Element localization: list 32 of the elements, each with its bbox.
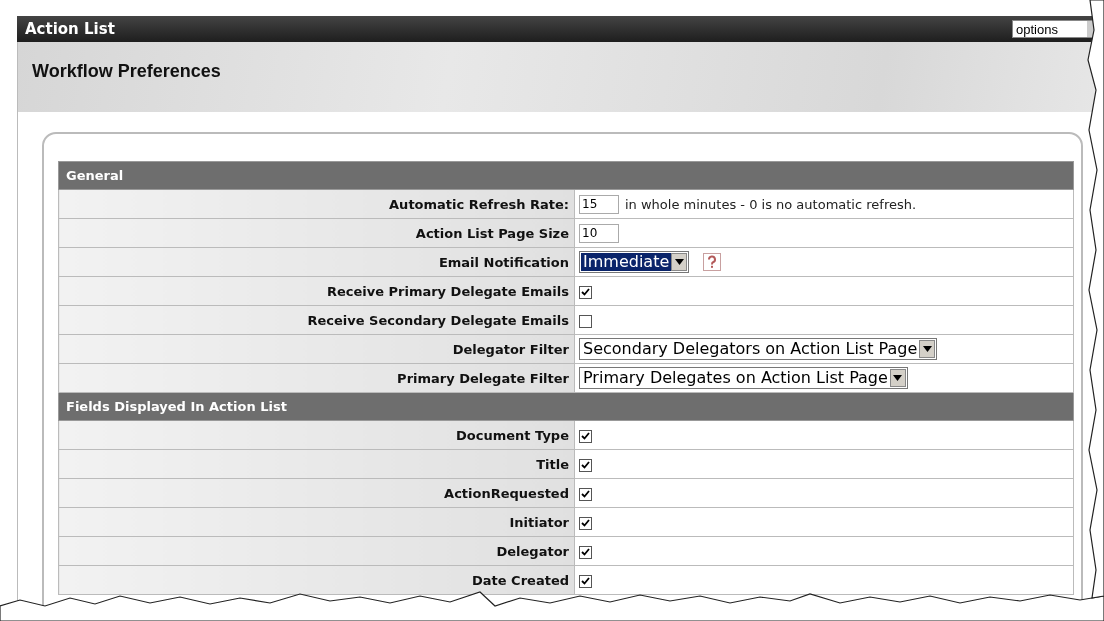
checkbox[interactable]	[579, 516, 592, 530]
page-title: Workflow Preferences	[31, 60, 222, 82]
checkbox[interactable]	[579, 574, 592, 588]
field-label: Receive Primary Delegate Emails	[58, 276, 575, 306]
dropdown[interactable]: Primary Delegates on Action List Page	[579, 367, 908, 389]
dropdown[interactable]: Immediate	[579, 251, 690, 273]
field-label: Automatic Refresh Rate:	[58, 189, 575, 219]
field-label: ActionRequested	[58, 478, 575, 508]
checkbox[interactable]	[579, 429, 592, 443]
field-label: Email Notification	[58, 247, 575, 277]
checkbox[interactable]	[579, 314, 592, 328]
field-label: Delegator Filter	[58, 334, 575, 364]
field-label: Primary Delegate Filter	[58, 363, 575, 393]
checkbox[interactable]	[579, 487, 592, 501]
field-label: Title	[58, 449, 575, 479]
field-label: Date Created	[58, 565, 575, 595]
checkbox[interactable]	[579, 545, 592, 559]
field-label: Initiator	[58, 507, 575, 537]
text-field[interactable]: 15	[579, 194, 619, 214]
checkbox[interactable]	[579, 458, 592, 472]
section-header: General	[58, 161, 1074, 190]
hint-text: in whole minutes - 0 is no automatic refresh.	[625, 196, 917, 212]
field-label: Receive Secondary Delegate Emails	[58, 305, 575, 335]
help-icon[interactable]	[703, 253, 722, 271]
window-title: Action List	[25, 20, 115, 38]
text-field[interactable]: 10	[579, 223, 619, 243]
dropdown[interactable]: Secondary Delegators on Action List Page	[579, 338, 938, 360]
field-label: Action List Page Size	[58, 218, 575, 248]
section-header: Fields Displayed In Action List	[58, 392, 1074, 421]
checkbox[interactable]	[579, 285, 592, 299]
field-label: Document Type	[58, 420, 575, 450]
field-label: Delegator	[58, 536, 575, 566]
